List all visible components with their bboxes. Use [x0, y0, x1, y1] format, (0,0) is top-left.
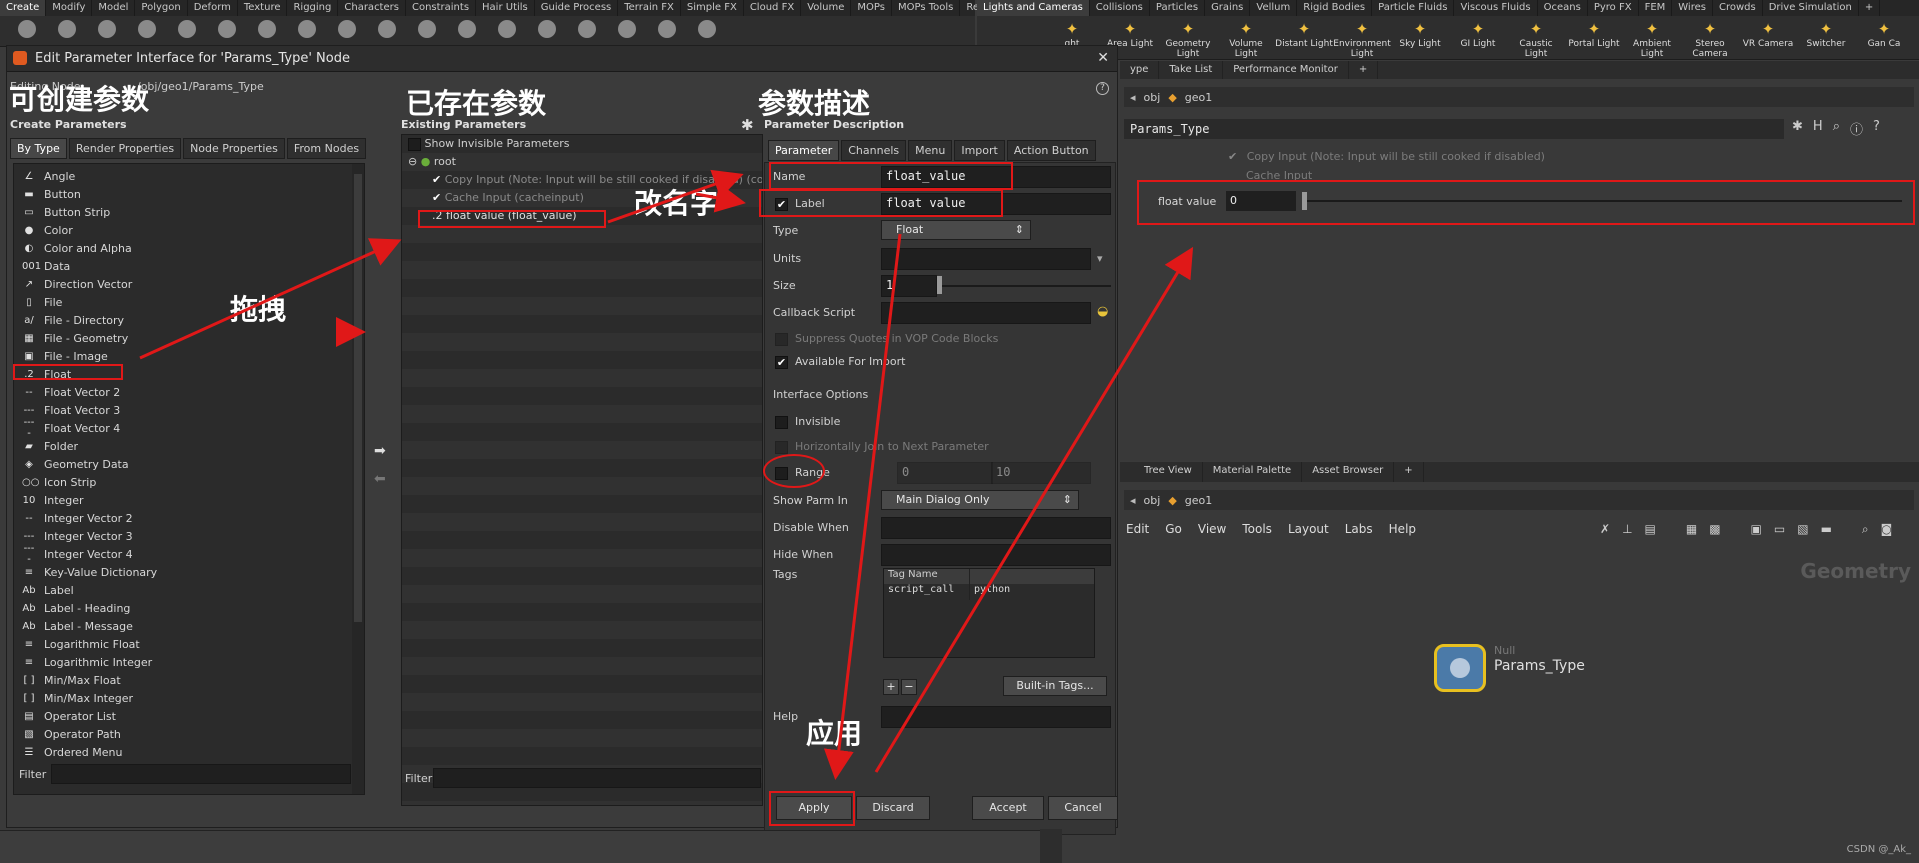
annotation-arrows: [139, 169, 1194, 780]
apply-arrow: [823, 233, 902, 780]
rename-arrow-2: [695, 182, 746, 213]
result-arrow: [874, 246, 1194, 773]
drag-arrow: [139, 238, 402, 360]
